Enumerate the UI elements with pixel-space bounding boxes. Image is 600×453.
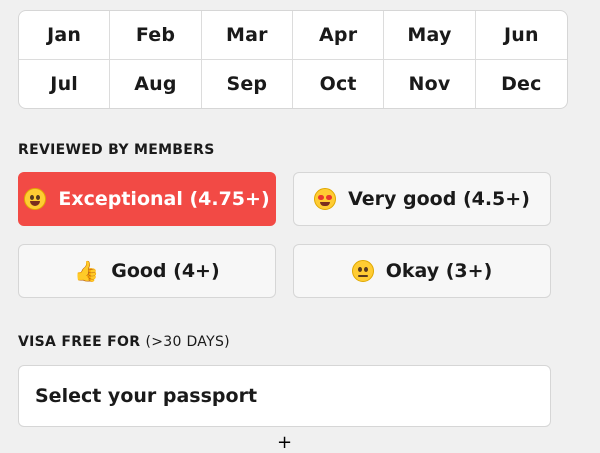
- month-feb-button[interactable]: Feb: [110, 11, 202, 60]
- rating-okay-button[interactable]: Okay (3+): [293, 244, 551, 298]
- month-mar-button[interactable]: Mar: [201, 11, 293, 60]
- month-selector-grid: Jan Feb Mar Apr May Jun Jul Aug Sep Oct …: [18, 10, 568, 109]
- month-jun-button[interactable]: Jun: [475, 11, 567, 60]
- star-struck-emoji-icon: [24, 188, 47, 210]
- month-oct-button[interactable]: Oct: [293, 59, 385, 108]
- rating-exceptional-label: Exceptional (4.75+): [58, 188, 270, 210]
- month-jan-button[interactable]: Jan: [19, 11, 111, 60]
- month-may-button[interactable]: May: [384, 11, 476, 60]
- heart-eyes-emoji-icon: [314, 188, 337, 210]
- month-dec-button[interactable]: Dec: [476, 60, 567, 109]
- month-nov-button[interactable]: Nov: [384, 59, 476, 108]
- neutral-face-emoji-icon: [351, 260, 374, 282]
- visa-free-sublabel: (>30 DAYS): [145, 334, 230, 350]
- month-aug-button[interactable]: Aug: [110, 59, 202, 108]
- rating-okay-label: Okay (3+): [385, 260, 493, 282]
- visa-free-label: VISA FREE FOR: [18, 334, 141, 350]
- rating-very-good-label: Very good (4.5+): [348, 188, 530, 210]
- rating-good-label: Good (4+): [111, 260, 220, 282]
- month-sep-button[interactable]: Sep: [202, 59, 293, 108]
- month-apr-button[interactable]: Apr: [293, 11, 385, 60]
- rating-good-button[interactable]: 👍 Good (4+): [18, 244, 276, 298]
- month-jul-button[interactable]: Jul: [19, 59, 111, 108]
- thumbs-up-icon: 👍: [74, 259, 100, 283]
- passport-select[interactable]: Select your passport: [18, 365, 551, 427]
- reviewed-by-members-heading: REVIEWED BY MEMBERS: [18, 142, 215, 158]
- crosshair-cursor-icon: +: [277, 432, 293, 453]
- rating-exceptional-button[interactable]: Exceptional (4.75+): [18, 172, 276, 226]
- passport-select-placeholder: Select your passport: [35, 385, 258, 407]
- visa-free-heading: VISA FREE FOR (>30 DAYS): [18, 334, 230, 350]
- rating-very-good-button[interactable]: Very good (4.5+): [293, 172, 551, 226]
